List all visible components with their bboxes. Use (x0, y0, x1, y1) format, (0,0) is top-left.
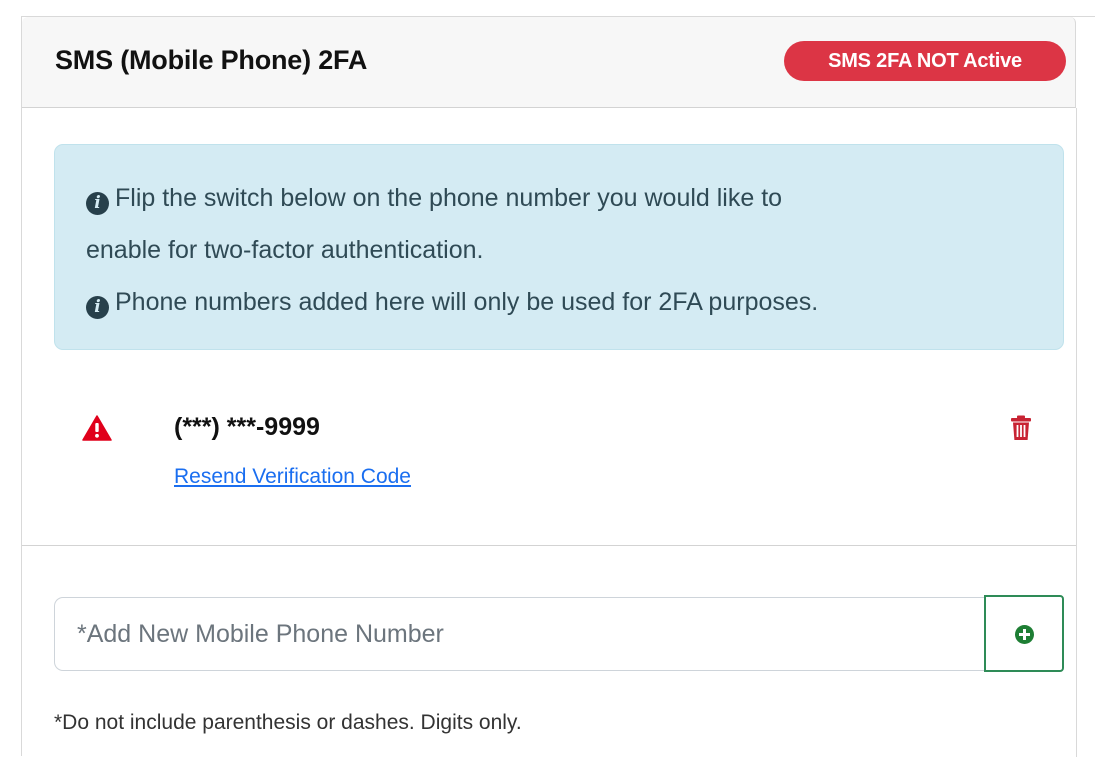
warning-triangle-icon (82, 415, 112, 441)
add-phone-button[interactable] (984, 595, 1064, 672)
alert-text-3: Phone numbers added here will only be us… (115, 288, 819, 316)
alert-text-1: Flip the switch below on the phone numbe… (115, 184, 783, 212)
alert-text-2: enable for two-factor authentication. (86, 236, 484, 264)
alert-line-2: enable for two-factor authentication. (86, 233, 483, 267)
new-phone-input[interactable] (54, 597, 986, 671)
card-header: SMS (Mobile Phone) 2FA SMS 2FA NOT Activ… (22, 17, 1076, 108)
sms-2fa-card: SMS (Mobile Phone) 2FA SMS 2FA NOT Activ… (21, 16, 1095, 757)
phone-number: (***) ***-9999 (174, 413, 320, 441)
help-text: *Do not include parenthesis or dashes. D… (54, 711, 522, 734)
alert-line-1: i Flip the switch below on the phone numb… (86, 181, 782, 215)
plus-circle-icon (1015, 625, 1034, 644)
info-circle-icon: i (86, 296, 109, 319)
alert-line-3: i Phone numbers added here will only be u… (86, 285, 818, 319)
trash-icon[interactable] (1010, 415, 1032, 441)
card-title: SMS (Mobile Phone) 2FA (55, 45, 368, 75)
status-badge: SMS 2FA NOT Active (784, 41, 1066, 81)
resend-verification-link[interactable]: Resend Verification Code (174, 465, 411, 489)
info-circle-icon: i (86, 192, 109, 215)
phone-entry-row: (***) ***-9999 Resend Verification Code (22, 393, 1076, 493)
card-footer-divider (22, 545, 1076, 546)
card-border (1076, 108, 1077, 757)
info-alert: i Flip the switch below on the phone numb… (54, 144, 1064, 350)
